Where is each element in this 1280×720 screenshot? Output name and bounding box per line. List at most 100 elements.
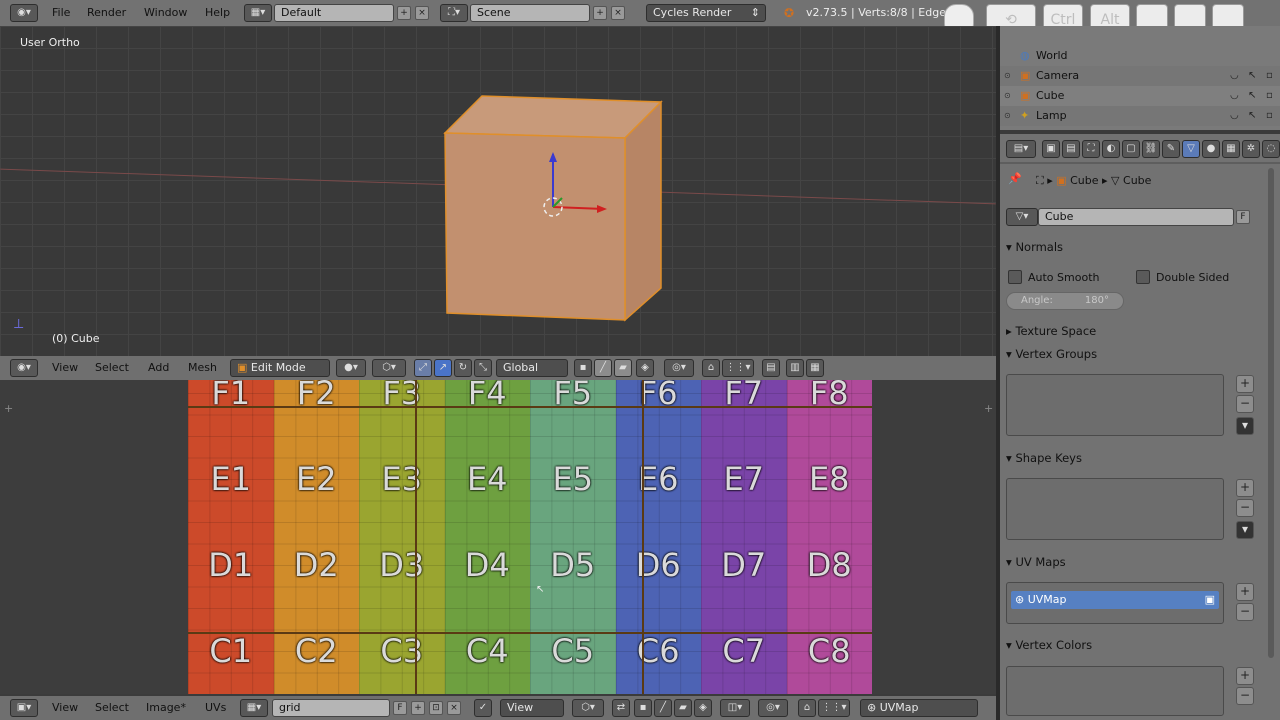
visibility-eye-icon[interactable]: ◡ <box>1230 66 1239 86</box>
snap-toggle-icon[interactable]: ⌂ <box>702 359 720 377</box>
limit-selection-icon[interactable]: ◈ <box>636 359 654 377</box>
cube-mesh[interactable] <box>0 26 996 356</box>
double-sided-checkbox[interactable] <box>1136 270 1150 284</box>
renderable-camera-icon[interactable]: ▫ <box>1266 86 1273 106</box>
tab-constraints-icon[interactable]: ⛓ <box>1142 140 1160 158</box>
visibility-eye-icon[interactable]: ◡ <box>1230 106 1239 126</box>
editor-type-icon[interactable]: ◉▾ <box>10 4 38 22</box>
vertex-select-icon[interactable]: ▪ <box>574 359 592 377</box>
menu-window[interactable]: Window <box>144 4 187 22</box>
image-unlink-icon[interactable]: × <box>447 701 461 715</box>
layout-name-field[interactable]: Default <box>274 4 394 22</box>
uv-edge-select-icon[interactable]: ╱ <box>654 699 672 717</box>
face-select-icon[interactable]: ▰ <box>614 359 632 377</box>
opengl-render-icon[interactable]: ▤ <box>762 359 780 377</box>
uv-map-item[interactable]: ⊛ UVMap ▣ <box>1011 591 1219 609</box>
uv-face-select-icon[interactable]: ▰ <box>674 699 692 717</box>
uv-mesh-edges[interactable] <box>0 380 996 694</box>
viewport-3d[interactable]: User Ortho ⟂ (0) Cube <box>0 26 996 356</box>
uvmap-select[interactable]: ⊛ UVMap <box>860 699 978 717</box>
mode-select[interactable]: ▣ Edit Mode <box>230 359 330 377</box>
proportional-edit-icon[interactable]: ◎▾ <box>664 359 694 377</box>
sticky-select-icon[interactable]: ◫▾ <box>720 699 750 717</box>
editor-type-uv-icon[interactable]: ▣▾ <box>10 699 38 717</box>
scene-name-field[interactable]: Scene <box>470 4 590 22</box>
angle-slider[interactable]: Angle: 180° <box>1006 292 1124 310</box>
menu-file[interactable]: File <box>52 4 70 22</box>
expand-dot-icon[interactable]: ⊙ <box>1004 106 1011 126</box>
outliner-row-world[interactable]: ◍ World <box>1000 46 1280 66</box>
pin-icon[interactable]: 📌 <box>1008 172 1022 185</box>
shape-key-remove-button[interactable]: − <box>1236 499 1254 517</box>
layout-browse-icon[interactable]: ▦▾ <box>244 4 272 22</box>
uv-image-editor[interactable]: + + F1 F2 F3 F4 F5 F6 F7 F8 E1 E2 E3 E4 E5 E6 E7 E8 D1 D2… <box>0 380 996 694</box>
menu-render[interactable]: Render <box>87 4 126 22</box>
scene-browse-icon[interactable]: ⛶▾ <box>440 4 468 22</box>
menu-view-3d[interactable]: View <box>52 359 78 377</box>
tab-layers-icon[interactable]: ▤ <box>1062 140 1080 158</box>
menu-view-uv[interactable]: View <box>52 699 78 717</box>
mesh-browse-icon[interactable]: ▽▾ <box>1006 208 1038 226</box>
render-image-icon[interactable]: ▦ <box>806 359 824 377</box>
pin-image-icon[interactable]: ✓ <box>474 699 492 717</box>
outliner-row-camera[interactable]: ⊙ ▣ Camera ◡ ↖ ▫ <box>1000 66 1280 86</box>
selectable-arrow-icon[interactable]: ↖ <box>1248 106 1256 126</box>
outliner-row-cube[interactable]: ⊙ ▣ Cube ◡ ↖ ▫ <box>1000 86 1280 106</box>
tab-texture-icon[interactable]: ▦ <box>1222 140 1240 158</box>
layout-add-icon[interactable]: + <box>397 6 411 20</box>
tab-modifiers-icon[interactable]: ✎ <box>1162 140 1180 158</box>
tab-scene-icon[interactable]: ⛶ <box>1082 140 1100 158</box>
uv-maps-header[interactable]: ▾ UV Maps <box>1006 555 1066 569</box>
scene-remove-icon[interactable]: × <box>611 6 625 20</box>
render-anim-icon[interactable]: ▥ <box>786 359 804 377</box>
mesh-fake-user-toggle[interactable]: F <box>1236 210 1250 224</box>
view-mode-select[interactable]: View <box>500 699 564 717</box>
shape-key-specials-button[interactable]: ▾ <box>1236 521 1254 539</box>
manipulator-toggle-icon[interactable]: ⤢ <box>414 359 432 377</box>
uv-vertex-select-icon[interactable]: ▪ <box>634 699 652 717</box>
menu-select-uv[interactable]: Select <box>95 699 129 717</box>
texture-space-header[interactable]: ▸ Texture Space <box>1006 324 1096 338</box>
snap-uv-element-icon[interactable]: ⋮⋮▾ <box>818 699 850 717</box>
proportional-uv-icon[interactable]: ◎▾ <box>758 699 788 717</box>
uv-map-add-button[interactable]: + <box>1236 583 1254 601</box>
pivot-select-icon[interactable]: ⬡▾ <box>372 359 406 377</box>
scale-icon[interactable]: ⤡ <box>474 359 492 377</box>
image-fake-user-toggle[interactable]: F <box>393 701 407 715</box>
rotate-icon[interactable]: ↻ <box>454 359 472 377</box>
vertex-colors-header[interactable]: ▾ Vertex Colors <box>1006 638 1092 652</box>
outliner-row-lamp[interactable]: ⊙ ✦ Lamp ◡ ↖ ▫ <box>1000 106 1280 126</box>
snap-element-icon[interactable]: ⋮⋮▾ <box>722 359 754 377</box>
snap-uv-icon[interactable]: ⌂ <box>798 699 816 717</box>
menu-uvs[interactable]: UVs <box>205 699 226 717</box>
layout-remove-icon[interactable]: × <box>415 6 429 20</box>
image-open-icon[interactable]: ⊡ <box>429 701 443 715</box>
image-browse-icon[interactable]: ▦▾ <box>240 699 268 717</box>
tab-object-icon[interactable]: ▢ <box>1122 140 1140 158</box>
shape-key-add-button[interactable]: + <box>1236 479 1254 497</box>
selectable-arrow-icon[interactable]: ↖ <box>1248 66 1256 86</box>
vertex-color-remove-button[interactable]: − <box>1236 687 1254 705</box>
active-render-icon[interactable]: ▣ <box>1205 591 1215 609</box>
mesh-name-field[interactable]: Cube <box>1038 208 1234 226</box>
editor-type-3d-icon[interactable]: ◉▾ <box>10 359 38 377</box>
image-name-field[interactable]: grid <box>272 699 390 717</box>
expand-dot-icon[interactable]: ⊙ <box>1004 66 1011 86</box>
uv-island-select-icon[interactable]: ◈ <box>694 699 712 717</box>
render-engine-select[interactable]: Cycles Render ⇕ <box>646 4 766 22</box>
tab-world-icon[interactable]: ◐ <box>1102 140 1120 158</box>
editor-type-props-icon[interactable]: ▤▾ <box>1006 140 1036 158</box>
renderable-camera-icon[interactable]: ▫ <box>1266 66 1273 86</box>
normals-header[interactable]: ▾ Normals <box>1006 240 1063 254</box>
translate-icon[interactable]: ↗ <box>434 359 452 377</box>
vertex-group-specials-button[interactable]: ▾ <box>1236 417 1254 435</box>
menu-help[interactable]: Help <box>205 4 230 22</box>
vertex-colors-list[interactable] <box>1006 666 1224 716</box>
scene-add-icon[interactable]: + <box>593 6 607 20</box>
uv-map-remove-button[interactable]: − <box>1236 603 1254 621</box>
vertex-color-add-button[interactable]: + <box>1236 667 1254 685</box>
orientation-select[interactable]: Global <box>496 359 568 377</box>
vertex-group-add-button[interactable]: + <box>1236 375 1254 393</box>
tab-particles-icon[interactable]: ✲ <box>1242 140 1260 158</box>
menu-select-3d[interactable]: Select <box>95 359 129 377</box>
